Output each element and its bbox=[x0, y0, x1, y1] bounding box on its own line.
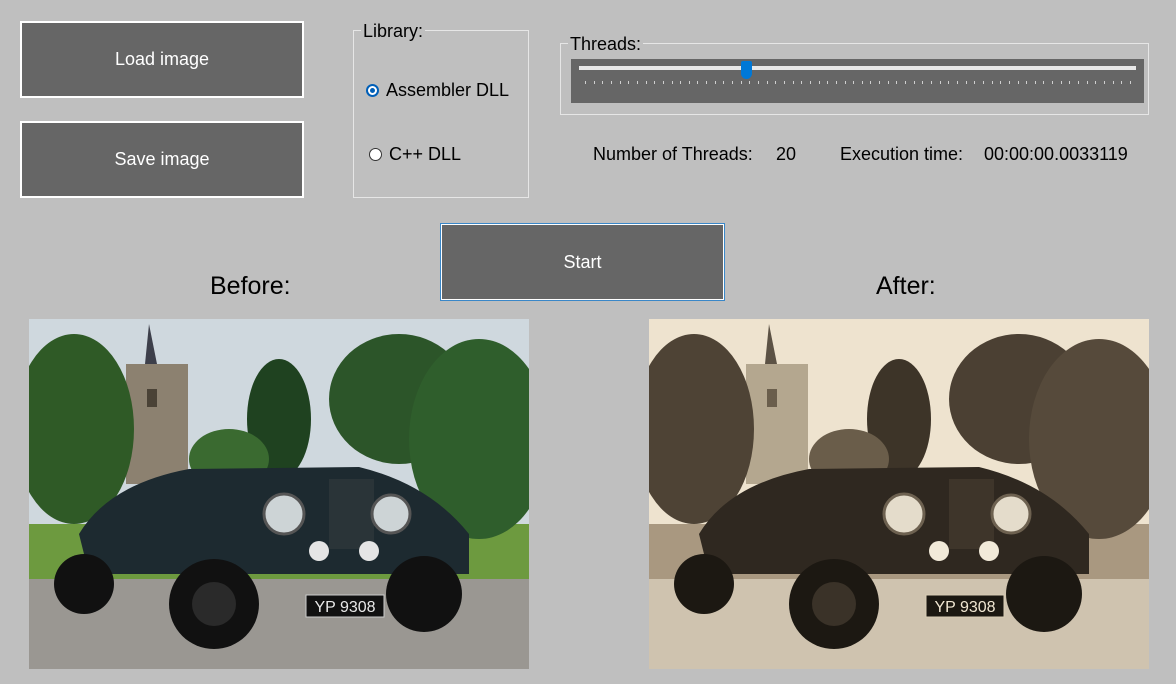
slider-tick bbox=[680, 81, 682, 84]
slider-tick bbox=[628, 81, 630, 84]
slider-tick bbox=[697, 81, 699, 84]
before-image: YP 9308 bbox=[29, 319, 529, 669]
slider-tick bbox=[688, 81, 690, 84]
slider-tick bbox=[1026, 81, 1028, 84]
slider-tick bbox=[965, 81, 967, 84]
radio-cpp-dll[interactable]: C++ DLL bbox=[369, 144, 461, 165]
slider-tick bbox=[1104, 81, 1106, 84]
load-image-button[interactable]: Load image bbox=[20, 21, 304, 98]
plate-text-after: YP 9308 bbox=[934, 599, 995, 616]
slider-tick bbox=[1043, 81, 1045, 84]
slider-tick bbox=[1130, 81, 1131, 84]
slider-tick bbox=[766, 81, 768, 84]
slider-tick bbox=[853, 81, 855, 84]
slider-tick bbox=[1086, 81, 1088, 84]
slider-tick bbox=[974, 81, 976, 84]
radio-cpp-label: C++ DLL bbox=[389, 144, 462, 164]
slider-tick bbox=[896, 81, 898, 84]
slider-tick bbox=[809, 81, 811, 84]
slider-tick bbox=[1078, 81, 1080, 84]
slider-tick bbox=[792, 81, 794, 84]
slider-tick bbox=[1034, 81, 1036, 84]
slider-tick bbox=[982, 81, 984, 84]
slider-tick bbox=[913, 81, 915, 84]
slider-rail[interactable] bbox=[579, 66, 1136, 70]
slider-tick bbox=[1052, 81, 1054, 84]
threads-slider[interactable] bbox=[571, 59, 1144, 103]
slider-tick bbox=[714, 81, 716, 84]
plate-text-before: YP 9308 bbox=[314, 599, 375, 616]
slider-tick bbox=[931, 81, 933, 84]
radio-assembler-dll[interactable]: Assembler DLL bbox=[366, 80, 509, 101]
slider-tick bbox=[740, 81, 742, 84]
slider-tick bbox=[654, 81, 656, 84]
slider-tick bbox=[1008, 81, 1010, 84]
slider-tick bbox=[749, 81, 751, 84]
slider-tick bbox=[905, 81, 907, 84]
thread-count-value: 20 bbox=[776, 144, 797, 164]
slider-tick bbox=[758, 81, 760, 84]
library-groupbox bbox=[353, 30, 529, 198]
slider-tick bbox=[818, 81, 820, 84]
slider-tick bbox=[835, 81, 837, 84]
slider-tick bbox=[783, 81, 785, 84]
save-image-button[interactable]: Save image bbox=[20, 121, 304, 198]
slider-tick bbox=[645, 81, 647, 84]
slider-tick bbox=[610, 81, 612, 84]
radio-assembler-label: Assembler DLL bbox=[386, 80, 510, 100]
slider-tick bbox=[1121, 81, 1123, 84]
slider-tick bbox=[585, 81, 586, 84]
slider-tick bbox=[887, 81, 889, 84]
slider-tick bbox=[1069, 81, 1071, 84]
slider-tick bbox=[844, 81, 846, 84]
slider-tick bbox=[732, 81, 734, 84]
radio-checked-icon[interactable] bbox=[366, 84, 379, 97]
slider-tick bbox=[662, 81, 664, 84]
slider-tick bbox=[602, 81, 604, 84]
slider-tick bbox=[922, 81, 924, 84]
library-title: Library: bbox=[361, 21, 426, 42]
slider-tick bbox=[939, 81, 941, 84]
slider-thumb[interactable] bbox=[741, 61, 753, 79]
slider-tick bbox=[879, 81, 881, 84]
execution-time-label: Execution time: bbox=[840, 144, 964, 164]
before-caption: Before: bbox=[210, 272, 291, 300]
slider-tick bbox=[948, 81, 950, 84]
slider-tick bbox=[775, 81, 777, 84]
slider-tick bbox=[671, 81, 673, 84]
threads-title: Threads: bbox=[568, 34, 644, 55]
slider-tick bbox=[861, 81, 863, 84]
slider-tick bbox=[1017, 81, 1019, 84]
after-caption: After: bbox=[876, 272, 936, 300]
slider-tick bbox=[991, 81, 993, 84]
radio-unchecked-icon[interactable] bbox=[369, 148, 382, 161]
thread-count-label: Number of Threads: bbox=[593, 144, 753, 164]
slider-tick bbox=[1000, 81, 1002, 84]
slider-tick bbox=[619, 81, 621, 84]
slider-tick bbox=[1060, 81, 1062, 84]
slider-tick bbox=[636, 81, 638, 84]
start-button[interactable]: Start bbox=[440, 223, 725, 301]
slider-tick bbox=[956, 81, 958, 84]
slider-tick bbox=[1112, 81, 1114, 84]
slider-tick bbox=[801, 81, 803, 84]
slider-tick bbox=[723, 81, 725, 84]
slider-tick bbox=[706, 81, 708, 84]
slider-tick bbox=[593, 81, 595, 84]
slider-tick bbox=[827, 81, 829, 84]
slider-tick bbox=[1095, 81, 1097, 84]
execution-time-value: 00:00:00.0033119 bbox=[984, 144, 1128, 164]
slider-tick bbox=[870, 81, 872, 84]
after-image: YP 9308 bbox=[649, 319, 1149, 669]
